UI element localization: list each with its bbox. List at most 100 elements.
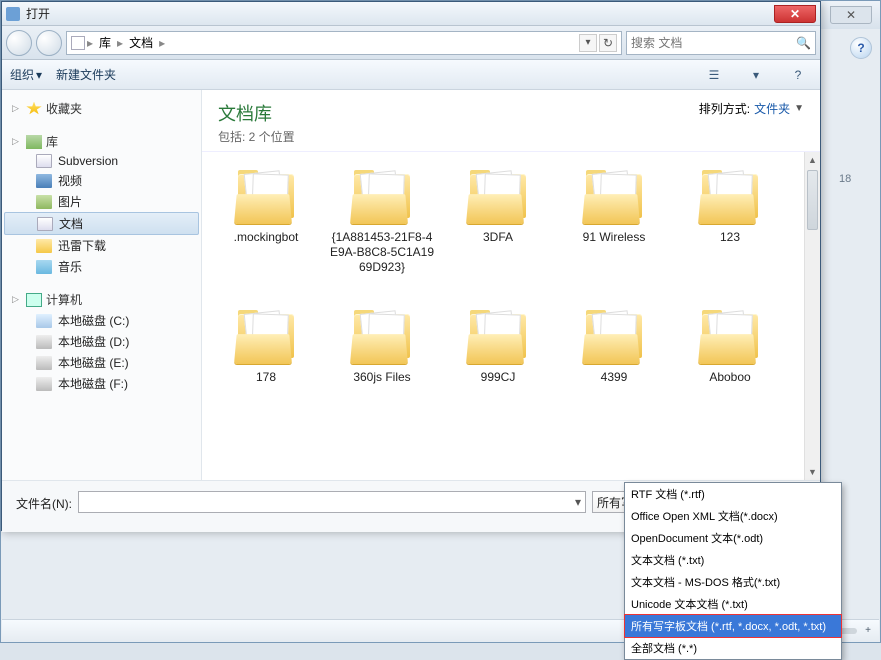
sidebar-computer[interactable]: ▷ 计算机 (2, 289, 201, 310)
folder-label: 178 (256, 370, 276, 385)
organize-button[interactable]: 组织 ▾ (10, 66, 42, 83)
app-icon (6, 7, 20, 21)
sidebar-item[interactable]: 本地磁盘 (E:) (2, 352, 201, 373)
drive-icon (36, 356, 52, 370)
help-button[interactable]: ? (850, 37, 872, 59)
folder-item[interactable]: 91 Wireless (556, 162, 672, 302)
scroll-thumb[interactable] (807, 170, 818, 230)
chevron-down-icon: ▾ (36, 68, 42, 82)
help-icon: ? (795, 68, 802, 82)
outer-close-button[interactable]: ✕ (830, 6, 872, 24)
filetype-dropdown-list[interactable]: RTF 文档 (*.rtf)Office Open XML 文档(*.docx)… (624, 482, 842, 660)
sidebar-item[interactable]: 本地磁盘 (D:) (2, 331, 201, 352)
sidebar-item[interactable]: 文档 (4, 212, 199, 235)
address-bar: ▸ 库 ▸ 文档 ▸ ▾ ↻ 🔍 (2, 26, 820, 60)
item-icon (36, 239, 52, 253)
sidebar-item[interactable]: 音乐 (2, 256, 201, 277)
scroll-up-button[interactable]: ▲ (805, 152, 820, 168)
filetype-option[interactable]: 文本文档 - MS-DOS 格式(*.txt) (625, 571, 841, 593)
sidebar-item[interactable]: 本地磁盘 (F:) (2, 373, 201, 394)
item-icon (36, 260, 52, 274)
folder-label: 999CJ (481, 370, 516, 385)
file-list[interactable]: .mockingbot {1A881453-21F8-4E9A-B8C8-5C1A… (202, 152, 804, 480)
folder-item[interactable]: .mockingbot (208, 162, 324, 302)
refresh-button[interactable]: ↻ (599, 34, 617, 52)
folder-icon (232, 310, 300, 364)
sidebar-group-label: 收藏夹 (46, 100, 82, 117)
sidebar-item-label: Subversion (58, 154, 118, 168)
expand-icon: ▷ (12, 294, 22, 305)
filename-input-wrapper[interactable]: ▾ (78, 491, 586, 513)
history-dropdown-button[interactable]: ▾ (579, 34, 597, 52)
ruler-mark: 18 (839, 173, 851, 185)
item-icon (36, 154, 52, 168)
folder-label: 360js Files (353, 370, 410, 385)
folder-icon (348, 170, 416, 224)
sidebar-libraries[interactable]: ▷ 库 (2, 131, 201, 152)
filetype-option[interactable]: RTF 文档 (*.rtf) (625, 483, 841, 505)
folder-item[interactable]: 178 (208, 302, 324, 442)
breadcrumb-root[interactable]: 库 (95, 34, 115, 51)
breadcrumb[interactable]: ▸ 库 ▸ 文档 ▸ ▾ ↻ (66, 31, 622, 55)
search-icon[interactable]: 🔍 (796, 36, 811, 50)
toolbar-help-button[interactable]: ? (784, 64, 812, 86)
filetype-option[interactable]: 文本文档 (*.txt) (625, 549, 841, 571)
sidebar-item[interactable]: 本地磁盘 (C:) (2, 310, 201, 331)
chevron-right-icon[interactable]: ▸ (159, 36, 165, 50)
search-input[interactable] (631, 36, 792, 50)
folder-item[interactable]: {1A881453-21F8-4E9A-B8C8-5C1A1969D923} (324, 162, 440, 302)
filename-input[interactable] (83, 495, 575, 509)
sort-value-link[interactable]: 文件夹 (754, 100, 790, 117)
chevron-right-icon[interactable]: ▸ (117, 36, 123, 50)
filetype-option[interactable]: 所有写字板文档 (*.rtf, *.docx, *.odt, *.txt) (624, 614, 842, 638)
expand-icon: ▷ (12, 103, 22, 114)
dialog-title: 打开 (26, 5, 774, 22)
close-icon: ✕ (846, 8, 856, 22)
sidebar-item-label: 音乐 (58, 258, 82, 275)
breadcrumb-current[interactable]: 文档 (125, 34, 157, 51)
view-mode-dropdown[interactable]: ▾ (742, 64, 770, 86)
chevron-right-icon[interactable]: ▸ (87, 36, 93, 50)
folder-label: 4399 (601, 370, 628, 385)
folder-item[interactable]: 999CJ (440, 302, 556, 442)
sidebar-item[interactable]: 图片 (2, 191, 201, 212)
vertical-scrollbar[interactable]: ▲ ▼ (804, 152, 820, 480)
folder-label: {1A881453-21F8-4E9A-B8C8-5C1A1969D923} (328, 230, 436, 275)
folder-label: 91 Wireless (583, 230, 646, 245)
scroll-down-button[interactable]: ▼ (805, 464, 820, 480)
folder-label: .mockingbot (234, 230, 299, 245)
dialog-close-button[interactable]: ✕ (774, 5, 816, 23)
filename-history-dropdown[interactable]: ▾ (575, 495, 581, 509)
sidebar-item[interactable]: 视频 (2, 170, 201, 191)
folder-item[interactable]: 123 (672, 162, 788, 302)
folder-item[interactable]: Aboboo (672, 302, 788, 442)
folder-icon (464, 310, 532, 364)
sidebar-item[interactable]: Subversion (2, 152, 201, 170)
new-folder-button[interactable]: 新建文件夹 (56, 66, 116, 83)
sidebar-item[interactable]: 迅雷下载 (2, 235, 201, 256)
chevron-down-icon[interactable]: ▼ (794, 103, 804, 114)
open-dialog: 打开 ✕ ▸ 库 ▸ 文档 ▸ ▾ ↻ 🔍 组织 ▾ 新建文件夹 ☰ ▾ ? (1, 1, 821, 531)
folder-label: 123 (720, 230, 740, 245)
folder-icon (464, 170, 532, 224)
filetype-option[interactable]: 全部文档 (*.*) (625, 637, 841, 659)
folder-item[interactable]: 360js Files (324, 302, 440, 442)
sidebar-item-label: 视频 (58, 172, 82, 189)
folder-icon (348, 310, 416, 364)
nav-forward-button[interactable] (36, 30, 62, 56)
zoom-in-button[interactable]: + (865, 625, 871, 636)
filetype-option[interactable]: Unicode 文本文档 (*.txt) (625, 593, 841, 615)
sidebar-favorites[interactable]: ▷ 收藏夹 (2, 98, 201, 119)
item-icon (37, 217, 53, 231)
item-icon (36, 174, 52, 188)
nav-back-button[interactable] (6, 30, 32, 56)
view-mode-button[interactable]: ☰ (700, 64, 728, 86)
folder-item[interactable]: 3DFA (440, 162, 556, 302)
folder-item[interactable]: 4399 (556, 302, 672, 442)
computer-icon (26, 293, 42, 307)
content-area: 文档库 包括: 2 个位置 排列方式: 文件夹 ▼ .mockingbot{1A… (202, 90, 820, 480)
filetype-option[interactable]: OpenDocument 文本(*.odt) (625, 527, 841, 549)
filetype-option[interactable]: Office Open XML 文档(*.docx) (625, 505, 841, 527)
drive-icon (36, 377, 52, 391)
search-box[interactable]: 🔍 (626, 31, 816, 55)
